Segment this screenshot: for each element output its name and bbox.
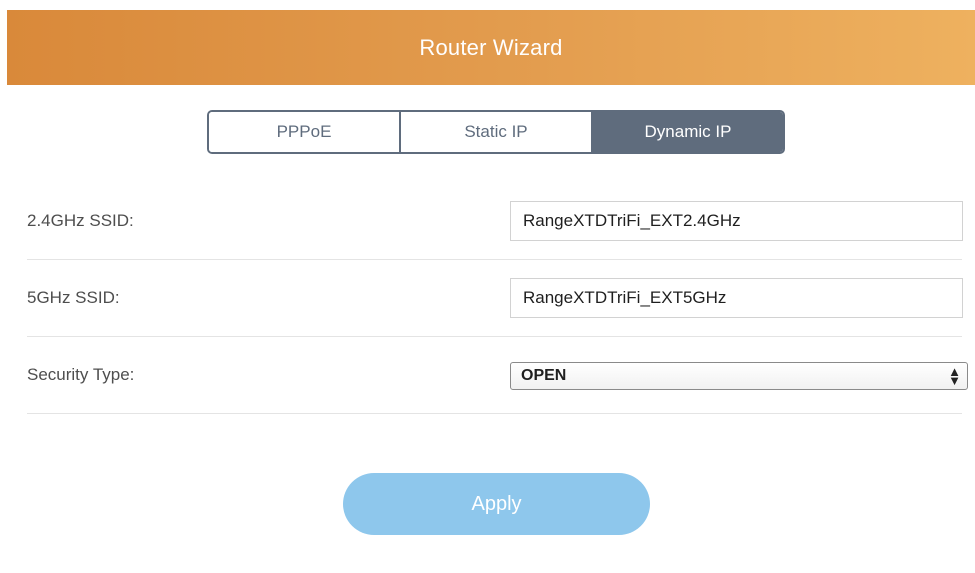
security-type-select[interactable]: OPEN ▲ ▼: [510, 362, 968, 390]
tab-static-ip[interactable]: Static IP: [399, 112, 591, 152]
security-type-label: Security Type:: [27, 365, 135, 384]
ssid-5-label: 5GHz SSID:: [27, 288, 120, 307]
header-bar: Router Wizard: [7, 10, 975, 85]
apply-button[interactable]: Apply: [343, 473, 650, 535]
ssid-24-row: 2.4GHz SSID: RangeXTDTriFi_EXT2.4GHz: [27, 183, 963, 260]
tab-dynamic-ip[interactable]: Dynamic IP: [591, 112, 783, 152]
ssid-5-input[interactable]: RangeXTDTriFi_EXT5GHz: [510, 278, 963, 318]
ssid-24-label: 2.4GHz SSID:: [27, 211, 134, 230]
security-type-row: Security Type: OPEN ▲ ▼: [27, 337, 968, 414]
ssid-24-input[interactable]: RangeXTDTriFi_EXT2.4GHz: [510, 201, 963, 241]
page-title: Router Wizard: [419, 34, 563, 60]
security-type-value: OPEN: [521, 367, 567, 384]
ssid-5-row: 5GHz SSID: RangeXTDTriFi_EXT5GHz: [27, 260, 963, 337]
select-arrows-icon: ▲ ▼: [948, 364, 961, 388]
connection-type-tabs: PPPoE Static IP Dynamic IP: [207, 110, 785, 154]
tab-pppoe[interactable]: PPPoE: [209, 112, 399, 152]
